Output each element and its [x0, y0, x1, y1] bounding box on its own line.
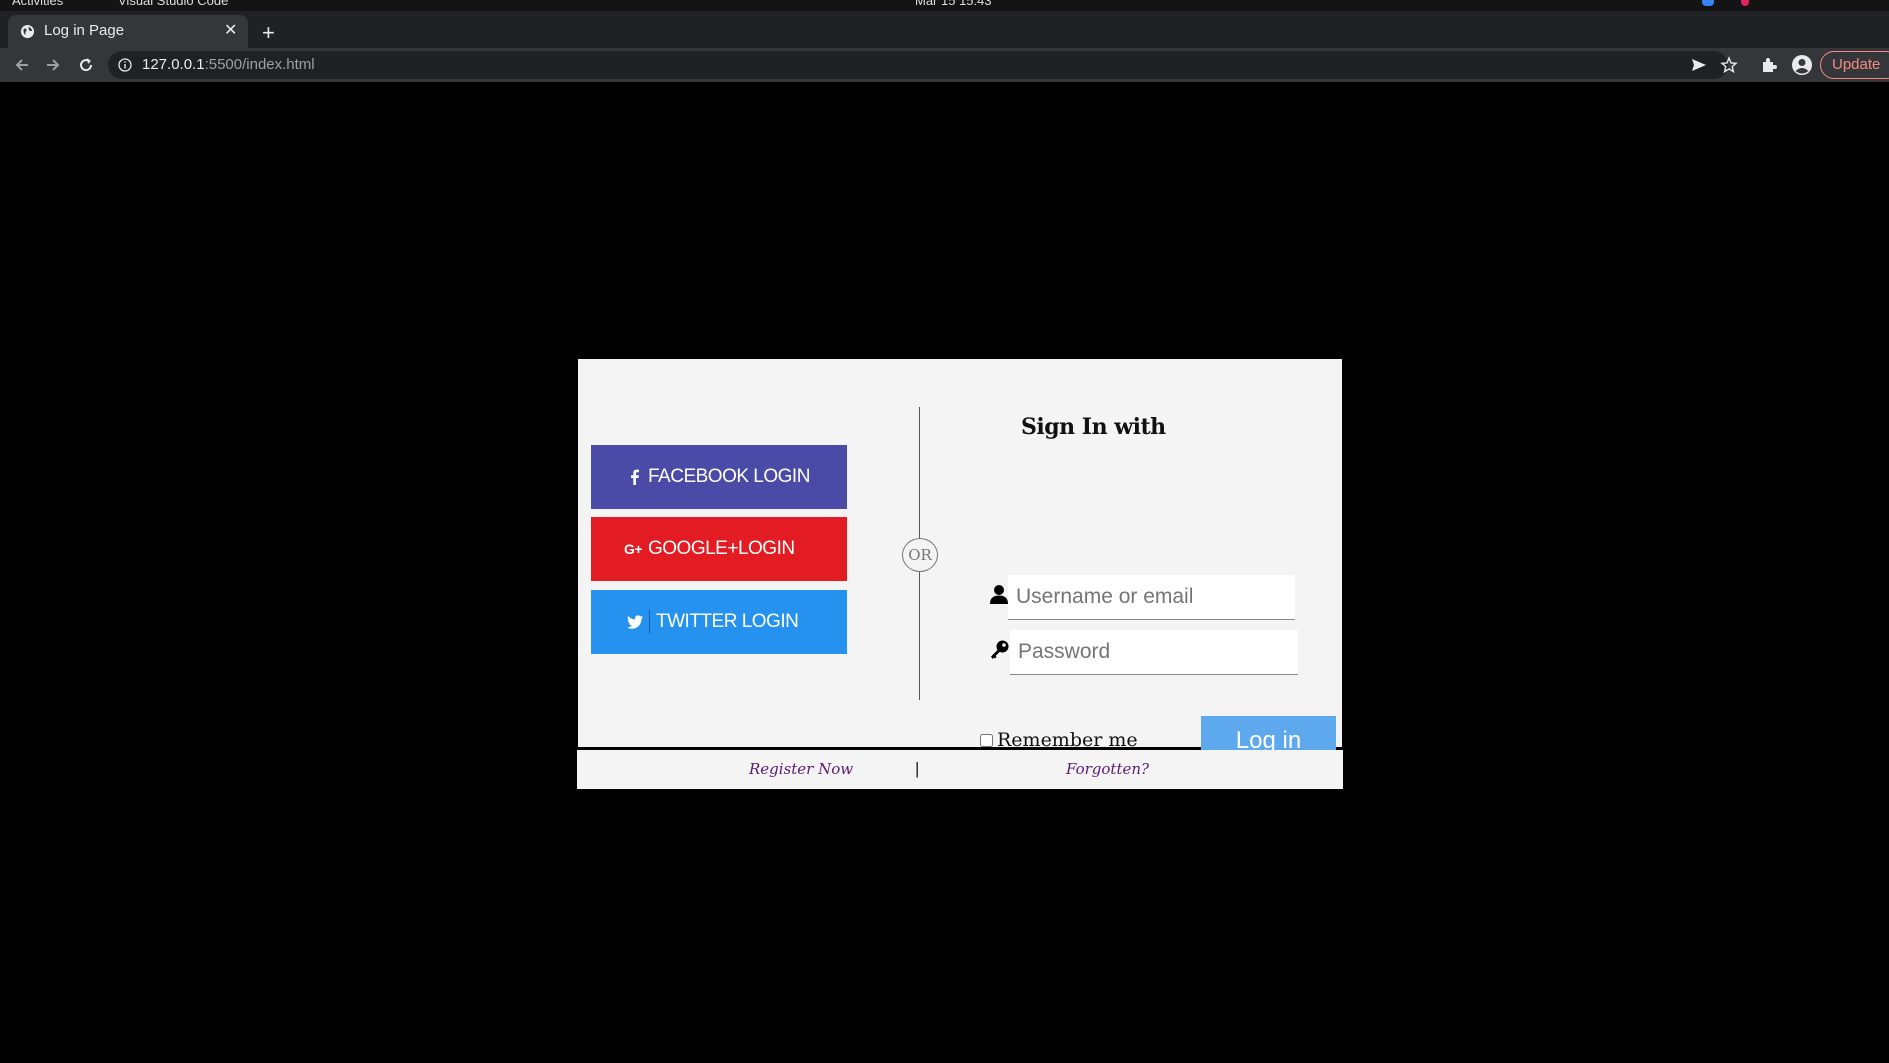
google-login-label: GOOGLE+LOGIN	[648, 538, 795, 559]
tab-title: Log in Page	[44, 22, 125, 39]
tab-log-in-page[interactable]: Log in Page ✕	[8, 15, 248, 48]
remember-me[interactable]: Remember me	[980, 729, 1138, 751]
facebook-login-button[interactable]: FACEBOOK LOGIN	[591, 445, 847, 509]
login-card: FACEBOOK LOGIN G+ GOOGLE+LOGIN TWITTER L…	[578, 359, 1342, 765]
profile-avatar-icon[interactable]	[1791, 54, 1813, 76]
send-tab-icon[interactable]	[1690, 56, 1708, 74]
bookmark-star-icon[interactable]	[1720, 56, 1738, 74]
os-top-bar: Activities Visual Studio Code Mar 15 15:…	[0, 0, 1889, 11]
tray-icon[interactable]	[1702, 0, 1714, 6]
google-login-button[interactable]: G+ GOOGLE+LOGIN	[591, 517, 847, 581]
active-app-label[interactable]: Visual Studio Code	[118, 0, 228, 9]
close-tab-icon[interactable]: ✕	[224, 22, 237, 40]
clock[interactable]: Mar 15 15:43	[915, 0, 992, 9]
svg-text:G+: G+	[624, 541, 642, 557]
icon-divider	[649, 610, 650, 634]
facebook-icon	[631, 469, 639, 485]
url-text[interactable]: 127.0.0.1:5500/index.html	[142, 56, 315, 73]
footer-separator: |	[915, 759, 920, 778]
twitter-login-button[interactable]: TWITTER LOGIN	[591, 590, 847, 654]
or-separator: OR	[902, 538, 938, 572]
address-bar[interactable]: 127.0.0.1:5500/index.html	[108, 51, 1728, 79]
twitter-icon	[627, 615, 643, 629]
register-now-link[interactable]: Register Now	[749, 760, 853, 778]
extensions-puzzle-icon[interactable]	[1760, 56, 1778, 74]
password-input[interactable]	[1010, 630, 1298, 675]
remember-me-label: Remember me	[997, 729, 1138, 751]
remember-me-checkbox[interactable]	[980, 733, 993, 747]
login-footer: Register Now | Forgotten?	[577, 750, 1343, 789]
back-icon[interactable]	[12, 55, 32, 75]
reload-icon[interactable]	[76, 55, 96, 75]
new-tab-button[interactable]: +	[262, 22, 275, 44]
google-plus-icon: G+	[624, 541, 643, 557]
forward-icon[interactable]	[43, 55, 63, 75]
browser-toolbar: 127.0.0.1:5500/index.html Update	[0, 48, 1889, 82]
forgotten-link[interactable]: Forgotten?	[1066, 760, 1149, 778]
page-viewport: FACEBOOK LOGIN G+ GOOGLE+LOGIN TWITTER L…	[0, 82, 1889, 1063]
update-button[interactable]: Update	[1820, 51, 1889, 79]
facebook-login-label: FACEBOOK LOGIN	[648, 466, 810, 487]
user-icon	[990, 585, 1008, 604]
tab-strip: Log in Page ✕ +	[0, 11, 1889, 48]
key-icon	[991, 640, 1009, 659]
username-input[interactable]	[1008, 575, 1295, 620]
site-info-icon[interactable]	[118, 58, 132, 72]
globe-icon	[20, 24, 35, 39]
twitter-login-label: TWITTER LOGIN	[656, 611, 799, 632]
tray-icon[interactable]	[1741, 0, 1749, 6]
activities-label[interactable]: Activities	[12, 0, 63, 9]
sign-in-title: Sign In with	[1021, 414, 1166, 440]
